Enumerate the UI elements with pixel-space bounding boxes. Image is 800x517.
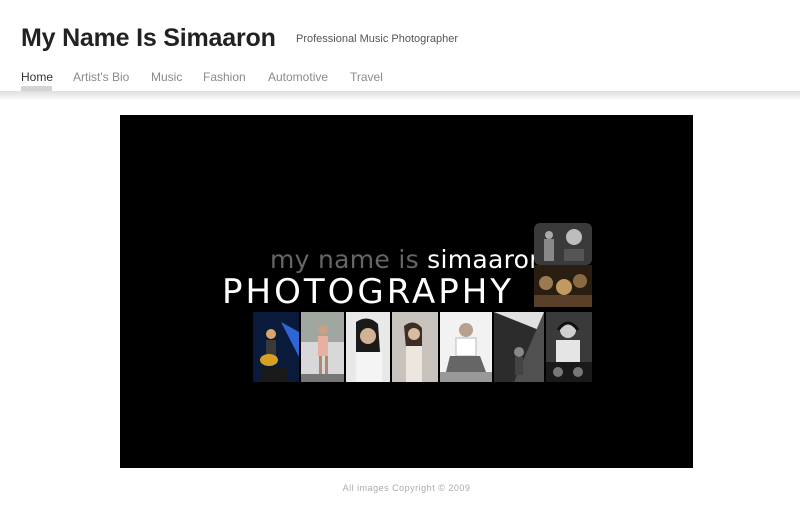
photo-thumb-fashion-girl	[301, 312, 344, 382]
nav-item-travel[interactable]: Travel	[350, 70, 383, 84]
nav-item-artists-bio[interactable]: Artist's Bio	[73, 70, 129, 84]
photo-thumb-model-standing	[392, 312, 438, 382]
site-title[interactable]: My Name Is Simaaron	[21, 24, 276, 53]
photo-thumb-concert-crowd	[534, 265, 592, 307]
hero-tagline-name: simaaron	[427, 245, 546, 274]
nav-item-fashion[interactable]: Fashion	[203, 70, 246, 84]
photo-thumb-concert-stage	[534, 223, 592, 265]
site-header: My Name Is Simaaron Professional Music P…	[0, 0, 800, 92]
hero-tagline: my name is simaaron	[270, 245, 545, 274]
hero-title: PHOTOGRAPHY	[222, 272, 515, 312]
copyright-footer: All images Copyright © 2009	[342, 483, 471, 493]
photo-thumb-man-seated	[440, 312, 492, 382]
nav-item-automotive[interactable]: Automotive	[268, 70, 328, 84]
nav-item-music[interactable]: Music	[151, 70, 182, 84]
hero-tagline-prefix: my name is	[270, 245, 428, 274]
hero-banner: my name is simaaron PHOTOGRAPHY	[120, 115, 693, 468]
photo-thumb-guitarist	[253, 312, 299, 382]
photo-thumb-portrait-woman	[346, 312, 390, 382]
photo-thumb-stage-performer	[494, 312, 544, 382]
photo-thumb-dj-headphones	[546, 312, 592, 382]
header-shadow	[0, 91, 800, 101]
nav-item-home[interactable]: Home	[21, 70, 53, 84]
site-tagline: Professional Music Photographer	[296, 33, 459, 45]
